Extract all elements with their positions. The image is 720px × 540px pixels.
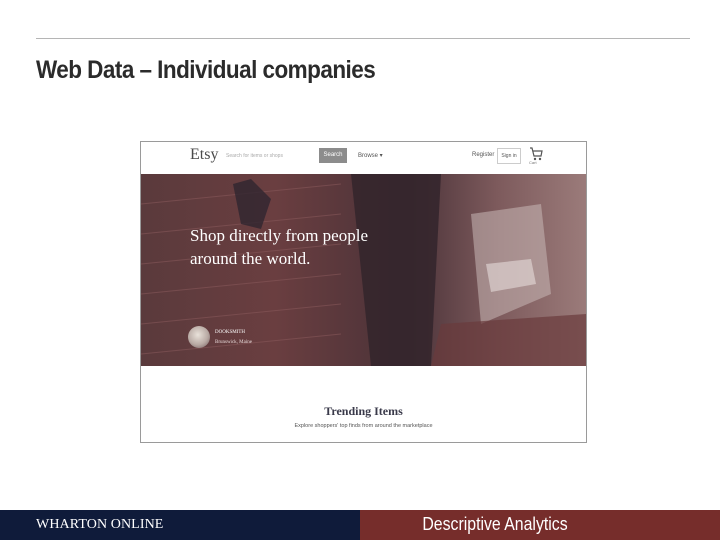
- featured-shop-location: Brunswick, Maine: [215, 340, 252, 345]
- footer-left: WHARTON ONLINE: [0, 510, 360, 540]
- footer-right: Descriptive Analytics: [360, 510, 720, 540]
- hero-headline: Shop directly from people around the wor…: [190, 224, 390, 270]
- cart-label: Cart: [529, 160, 537, 165]
- sign-in-button[interactable]: Sign in: [497, 148, 521, 164]
- search-input[interactable]: Search for items or shops: [226, 151, 316, 162]
- top-divider: [36, 38, 690, 39]
- etsy-screenshot: Etsy Search for items or shops Search Br…: [140, 141, 587, 443]
- footer-brand: WHARTON ONLINE: [36, 517, 164, 532]
- hero-headline-line-1: Shop directly from people: [190, 226, 368, 245]
- etsy-logo[interactable]: Etsy: [190, 146, 218, 164]
- trending-title: Trending Items: [324, 404, 403, 418]
- slide-title: Web Data – Individual companies: [36, 56, 376, 84]
- featured-shop-name[interactable]: DOOKSMITH: [215, 330, 245, 335]
- register-link[interactable]: Register: [472, 152, 494, 158]
- browse-menu[interactable]: Browse ▾: [358, 152, 383, 159]
- footer-course-title: Descriptive Analytics: [422, 514, 568, 534]
- hero-headline-line-2: around the world.: [190, 249, 311, 268]
- trending-subtitle: Explore shoppers' top finds from around …: [294, 423, 433, 429]
- shop-avatar[interactable]: [188, 326, 210, 348]
- hero-banner: Shop directly from people around the wor…: [141, 174, 586, 366]
- etsy-header: Etsy Search for items or shops Search Br…: [141, 142, 586, 174]
- search-button[interactable]: Search: [319, 148, 347, 163]
